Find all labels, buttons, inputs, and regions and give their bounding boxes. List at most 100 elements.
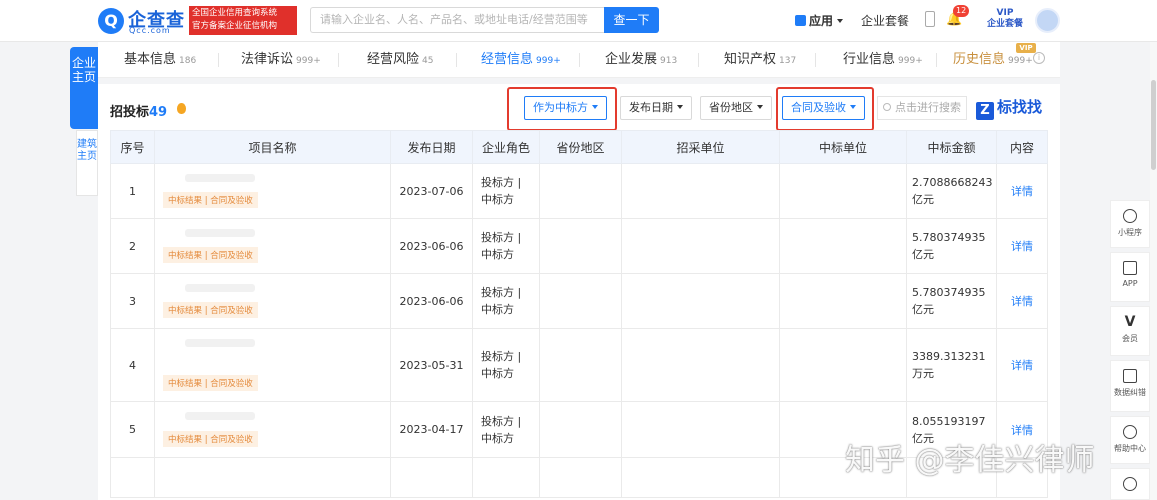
tab-building-home[interactable]: 建筑主页 [76,130,98,196]
role-line: 投标方 | [481,350,522,363]
notification-badge: 12 [953,5,970,17]
col-header[interactable]: 序号 [110,130,155,164]
toolbar-label: 小程序 [1118,228,1142,237]
redacted-text [185,229,255,237]
detail-link[interactable]: 详情 [996,328,1048,402]
redacted-text [185,339,255,347]
col-header[interactable]: 招采单位 [621,130,780,164]
publish-date [390,457,473,498]
tab-basic-info[interactable]: 基本信息 186 [124,42,196,78]
toolbar-label: 帮助中心 [1114,444,1146,453]
col-header[interactable]: 中标金额 [906,130,997,164]
category-tabs: 基本信息 186 法律诉讼 999+ 经营风险 45 经营信息 999+ 企业发展 913… [98,42,1060,78]
vip-label: VIP [996,8,1014,18]
project-name-cell[interactable]: 中标结果 | 合同及验收 [154,273,391,329]
project-name-cell[interactable]: 中标结果 | 合同及验收 [154,163,391,219]
region-cell [539,401,622,458]
project-name-cell[interactable]: 中标结果 | 合同及验收 [154,401,391,458]
scrollbar-thumb[interactable] [1151,80,1156,170]
tab-label: 企业发展 [605,52,658,67]
tab-industry[interactable]: 行业信息 999+ [843,42,923,78]
brand-mark-icon: Z [976,102,994,120]
publish-date: 2023-05-31 [390,328,473,402]
mobile-app-icon [1123,261,1137,275]
publish-date: 2023-04-17 [390,401,473,458]
project-name-cell[interactable] [154,457,391,498]
amount-value: 2.7088668243 [912,176,993,189]
vip-package-button[interactable]: VIP 企业套餐 [985,8,1025,34]
chat-button[interactable] [1110,468,1150,500]
tab-label: 历史信息 [953,52,1006,67]
tab-label: 经营信息 [481,52,534,67]
amount-value: 3389.313231 [912,350,986,363]
help-center-button[interactable]: 帮助中心 [1110,416,1150,464]
chat-icon [1123,477,1137,491]
chevron-down-icon [757,105,763,109]
package-link[interactable]: 企业套餐 [861,12,909,29]
divider [338,53,339,67]
winner-cell [779,163,907,219]
search-input[interactable]: 请输入企业名、人名、产品名、或地址电话/经营范围等 [310,7,604,33]
detail-link[interactable]: 详情 [996,163,1048,219]
project-name-cell[interactable]: 中标结果 | 合同及验收 [154,328,391,402]
col-header[interactable]: 项目名称 [154,130,391,164]
col-header[interactable]: 企业角色 [472,130,540,164]
role-line: 中标方 [481,431,514,445]
filter-region[interactable]: 省份地区 [700,96,772,120]
section-title: 招投标49 [110,101,167,120]
phone-icon[interactable] [925,11,935,27]
col-header[interactable]: 省份地区 [539,130,622,164]
company-role: 投标方 | 中标方 [472,218,540,274]
tab-label: 基本信息 [124,52,177,67]
col-header[interactable]: 发布日期 [390,130,473,164]
purchaser-cell [621,163,780,219]
qcc-logo[interactable]: Q 企查查 Qcc.com [98,7,186,35]
bid-search-input[interactable]: 点击进行搜索 [877,96,967,120]
detail-link[interactable]: 详情 [996,218,1048,274]
tab-business-info[interactable]: 经营信息 999+ [481,42,561,78]
tab-label: 法律诉讼 [241,52,294,67]
filter-date-label: 发布日期 [629,101,673,114]
tab-litigation[interactable]: 法律诉讼 999+ [241,42,321,78]
data-correction-button[interactable]: 数据纠错 [1110,360,1150,412]
biaozhaozhao-link[interactable]: Z 标找找 [976,96,1042,120]
row-number: 2 [110,218,155,274]
filter-date[interactable]: 发布日期 [620,96,692,120]
divider [815,53,816,67]
vip-icon: V [1124,314,1136,330]
project-name-cell[interactable]: 中标结果 | 合同及验收 [154,218,391,274]
publish-date: 2023-06-06 [390,273,473,329]
detail-link[interactable]: 详情 [996,273,1048,329]
search-button[interactable]: 查一下 [604,7,659,33]
col-header[interactable]: 内容 [996,130,1048,164]
mini-program-button[interactable]: 小程序 [1110,200,1150,248]
tab-development[interactable]: 企业发展 913 [605,42,677,78]
winner-cell [779,218,907,274]
divider [698,53,699,67]
app-button[interactable]: APP [1110,252,1150,302]
purchaser-cell [621,457,780,498]
tab-count: 186 [179,56,197,66]
purchaser-cell [621,401,780,458]
apps-label: 应用 [809,14,834,28]
watermark: 知乎 @李佳兴律师 [845,443,1095,478]
toolbar-label: 会员 [1122,334,1138,343]
region-cell [539,273,622,329]
tab-company-home[interactable]: 企业主页 [70,47,98,129]
member-button[interactable]: V 会员 [1110,306,1150,356]
chevron-down-icon [837,19,844,23]
tab-ip[interactable]: 知识产权 137 [724,42,796,78]
purchaser-cell [621,328,780,402]
tab-business-risk[interactable]: 经营风险 45 [367,42,433,78]
status-tag: 中标结果 | 合同及验收 [163,247,258,263]
region-cell [539,163,622,219]
toolbar-label: APP [1122,279,1138,288]
company-role: 投标方 | 中标方 [472,328,540,402]
avatar[interactable] [1035,8,1060,33]
apps-menu[interactable]: 应用 [795,12,844,29]
company-role: 投标方 | 中标方 [472,401,540,458]
search-icon [883,103,891,111]
publish-date: 2023-07-06 [390,163,473,219]
col-header[interactable]: 中标单位 [779,130,907,164]
info-icon[interactable]: i [1033,52,1045,64]
